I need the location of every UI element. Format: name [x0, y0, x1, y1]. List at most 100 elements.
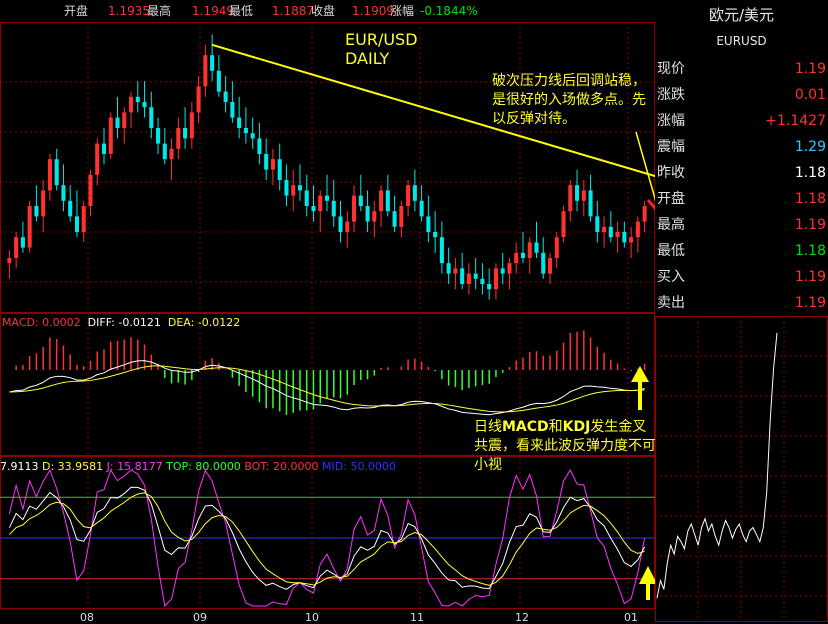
- candle-body: [108, 117, 113, 154]
- stat-row: 涨跌 0.01: [655, 82, 828, 108]
- instrument-code: EURUSD: [716, 34, 767, 48]
- kdj-legend: 7.9113 D: 33.9581 J: 15.8177 TOP: 80.000…: [0, 460, 396, 473]
- stat-value: 0.01: [794, 87, 826, 103]
- ohlc-header: 开盘 1.1935 最高 1.1949 最低 1.1887 收盘 1.1909 …: [0, 0, 655, 22]
- candle-body: [399, 206, 404, 227]
- resistance-note: 破次压力线后回调站稳，是很好的入场做多点。先以反弹对待。: [492, 73, 646, 127]
- k-value: 7.9113: [0, 460, 39, 473]
- candle-body: [88, 174, 93, 206]
- candle-body: [324, 195, 330, 201]
- candle-body: [216, 70, 221, 92]
- stat-row: 最高 1.19: [655, 212, 828, 238]
- chart-title: EUR/USD DAILY: [345, 30, 435, 68]
- candle-body: [629, 237, 634, 243]
- low-label: 最低: [229, 4, 254, 18]
- stat-row: 震幅 1.29: [655, 134, 828, 160]
- x-tick-label: 10: [305, 611, 319, 624]
- stat-value: 1.29: [794, 139, 826, 155]
- candle-body: [304, 190, 309, 206]
- candle-body: [615, 232, 620, 238]
- candle-body: [514, 252, 519, 264]
- candle-body: [385, 190, 390, 212]
- candle-body: [156, 128, 161, 144]
- candle-body: [534, 242, 539, 253]
- candle-body: [453, 268, 458, 274]
- candle-body: [291, 185, 296, 196]
- candle-body: [27, 206, 32, 248]
- candle-body: [487, 284, 492, 290]
- stat-row: 最低 1.18: [655, 238, 828, 264]
- x-tick-label: 12: [515, 611, 529, 624]
- candle-body: [493, 268, 498, 290]
- intraday-price-line: [656, 332, 778, 599]
- candle-body: [419, 200, 424, 217]
- candle-body: [311, 206, 316, 212]
- candle-body: [14, 237, 19, 258]
- candle-body: [264, 154, 269, 170]
- chart-title-period: DAILY: [345, 49, 390, 68]
- candle-body: [189, 112, 194, 139]
- stat-label: 卖出: [657, 295, 685, 311]
- close-value: 1.1909: [352, 4, 394, 18]
- stat-value: 1.19: [794, 295, 826, 311]
- candle-body: [257, 138, 262, 154]
- macd-legend: MACD: 0.0002 DIFF: -0.0121 DEA: -0.0122: [2, 316, 240, 329]
- candle-body: [473, 273, 478, 279]
- candle-body: [568, 185, 573, 212]
- candle-body: [547, 258, 553, 274]
- candle-body: [196, 86, 201, 113]
- candle-body: [561, 211, 566, 238]
- candle-body: [426, 216, 431, 232]
- candle-body: [210, 55, 215, 71]
- candle-body: [412, 185, 417, 201]
- candle-body: [520, 252, 526, 258]
- candle-body: [47, 159, 52, 191]
- j-value: J: 15.8177: [106, 460, 163, 473]
- candle-body: [446, 263, 451, 274]
- candle-body: [7, 258, 12, 264]
- instrument-name: 欧元/美元: [708, 6, 775, 24]
- stat-label: 买入: [657, 269, 685, 285]
- indicator-note-prefix: 日线: [474, 419, 502, 435]
- mid-value: MID: 50.0000: [322, 460, 396, 473]
- stat-label: 最高: [657, 217, 685, 233]
- dea-value: DEA: -0.0122: [167, 316, 241, 329]
- stat-value: 1.19: [794, 217, 826, 233]
- candle-body: [284, 180, 289, 196]
- intraday-chart[interactable]: [655, 316, 828, 622]
- indicator-note-macd: MACD: [502, 419, 549, 435]
- stat-row: 买入 1.19: [655, 264, 828, 290]
- candle-body: [392, 211, 397, 227]
- candle-body: [237, 117, 242, 128]
- candle-body: [480, 278, 485, 284]
- candle-body: [128, 96, 134, 113]
- candle-body: [338, 216, 343, 232]
- macd-value: MACD: 0.0002: [2, 316, 81, 329]
- stat-value: 1.18: [794, 165, 826, 181]
- candle-body: [142, 102, 147, 108]
- candle-body: [54, 159, 59, 186]
- candle-body: [297, 185, 302, 191]
- top-value: TOP: 80.0000: [166, 460, 241, 473]
- candle-body: [406, 185, 411, 206]
- candle-body: [176, 128, 181, 149]
- candle-body: [169, 148, 174, 160]
- stat-label: 现价: [657, 61, 685, 77]
- candle-body: [554, 237, 559, 258]
- candle-body: [183, 128, 188, 139]
- candle-body: [122, 112, 127, 128]
- candle-body: [500, 268, 505, 274]
- candle-body: [230, 102, 235, 118]
- candle-body: [243, 128, 248, 134]
- candle-body: [81, 206, 86, 232]
- stat-value: 1.18: [794, 243, 826, 259]
- kdj-panel-frame: [0, 456, 655, 609]
- stat-row: 涨幅 +1.1427: [655, 108, 828, 134]
- stat-label: 震幅: [657, 139, 685, 155]
- diff-value: DIFF: -0.0121: [87, 316, 161, 329]
- stat-label: 最低: [657, 243, 685, 259]
- stat-label: 开盘: [657, 191, 685, 207]
- stat-value: 1.19: [794, 61, 826, 77]
- candle-body: [41, 190, 46, 217]
- x-tick-label: 01: [624, 611, 638, 624]
